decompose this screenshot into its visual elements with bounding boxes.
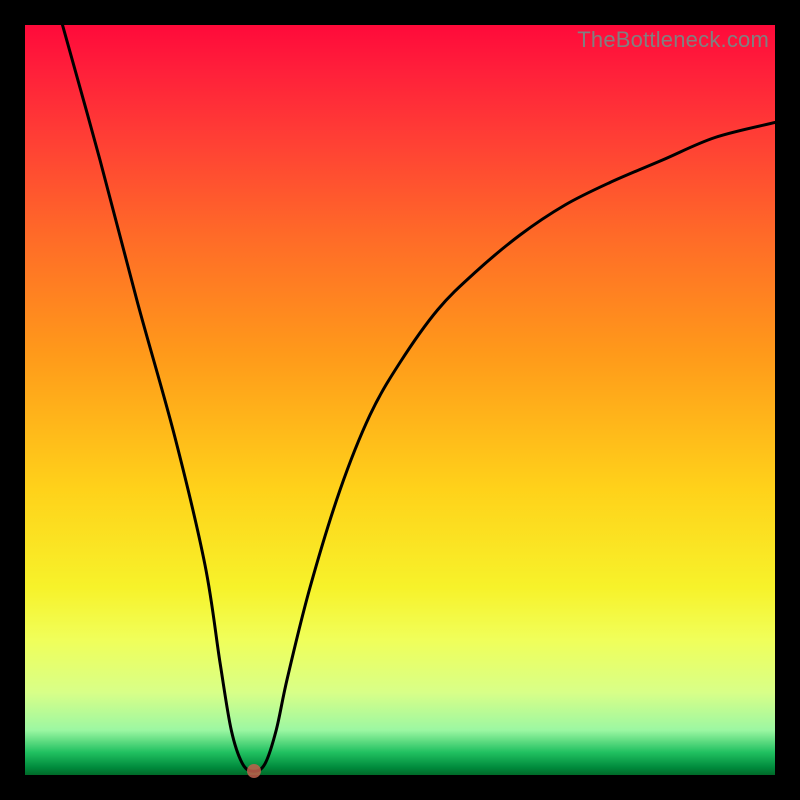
optimal-point-marker: [247, 764, 261, 778]
chart-frame: TheBottleneck.com: [0, 0, 800, 800]
curve-svg: [25, 25, 775, 775]
plot-area: TheBottleneck.com: [25, 25, 775, 775]
bottleneck-curve: [63, 25, 776, 771]
